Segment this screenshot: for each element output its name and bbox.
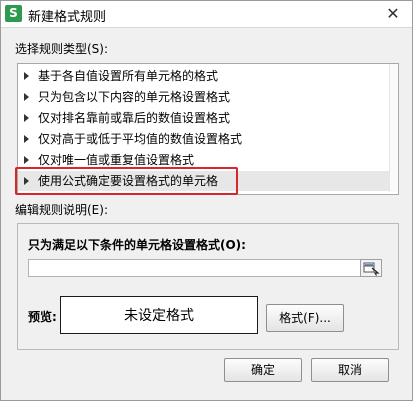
preview-label: 预览: xyxy=(28,310,57,324)
triangle-right-icon xyxy=(24,92,29,101)
ok-button[interactable]: 确定 xyxy=(224,358,302,382)
triangle-right-icon xyxy=(24,113,29,122)
rule-type-item-label: 基于各自值设置所有单元格的格式 xyxy=(38,69,219,83)
rule-type-item-label: 仅对高于或低于平均值的数值设置格式 xyxy=(38,132,243,146)
triangle-right-icon xyxy=(24,155,29,164)
rule-type-item-label: 只为包含以下内容的单元格设置格式 xyxy=(38,90,231,104)
formula-input[interactable] xyxy=(28,259,372,277)
rule-type-item-label: 仅对排名靠前或靠后的数值设置格式 xyxy=(38,111,231,125)
wps-spreadsheet-icon: S xyxy=(5,5,22,22)
rule-type-label: 选择规则类型(S): xyxy=(15,42,109,56)
triangle-right-icon xyxy=(24,71,29,80)
rule-type-item[interactable]: 仅对排名靠前或靠后的数值设置格式 xyxy=(18,108,394,128)
condition-label: 只为满足以下条件的单元格设置格式(O): xyxy=(28,238,246,252)
close-icon: ✕ xyxy=(386,4,400,23)
rule-type-item-label: 仅对唯一值或重复值设置格式 xyxy=(38,153,195,167)
list-scrollbar[interactable] xyxy=(389,64,398,192)
triangle-right-icon xyxy=(24,134,29,143)
cancel-button[interactable]: 取消 xyxy=(311,358,389,382)
preview-text: 未设定格式 xyxy=(124,308,194,324)
edit-rule-label: 编辑规则说明(E): xyxy=(15,203,108,217)
new-format-rule-dialog: S 新建格式规则 ✕ 选择规则类型(S): 基于各自值设置所有单元格的格式 只为… xyxy=(0,0,413,401)
rule-type-item[interactable]: 只为包含以下内容的单元格设置格式 xyxy=(18,87,394,107)
preview-box: 未设定格式 xyxy=(60,296,258,334)
rule-type-item[interactable]: 基于各自值设置所有单元格的格式 xyxy=(18,66,394,86)
dialog-title: 新建格式规则 xyxy=(28,10,107,25)
highlight-annotation xyxy=(15,167,238,195)
edit-rule-panel: 只为满足以下条件的单元格设置格式(O): 预览: 未设定格式 格式(F)... xyxy=(17,223,399,350)
range-select-icon xyxy=(363,262,380,276)
rule-type-item[interactable]: 仅对高于或低于平均值的数值设置格式 xyxy=(18,129,394,149)
range-select-button[interactable] xyxy=(360,259,382,277)
title-bar: S 新建格式规则 ✕ xyxy=(1,1,412,28)
format-button[interactable]: 格式(F)... xyxy=(266,304,344,332)
close-button[interactable]: ✕ xyxy=(382,3,404,25)
